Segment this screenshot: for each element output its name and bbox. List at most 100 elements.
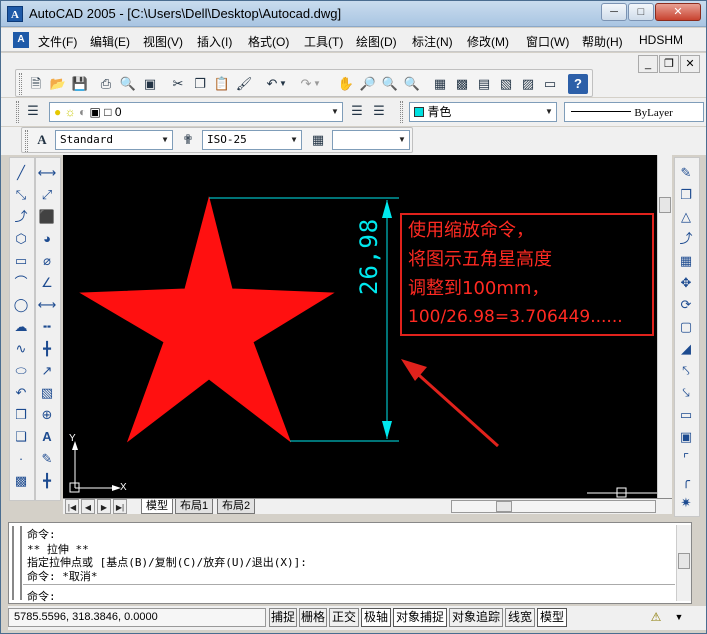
properties-toolbar-grip[interactable] [400,101,403,123]
stretch-icon[interactable]: ◢ [675,338,697,360]
extend-icon[interactable]: ⤥ [675,382,697,404]
layers-toolbar-grip[interactable] [16,101,19,123]
styles-toolbar-grip[interactable] [25,130,28,152]
properties-icon[interactable]: ▦ [430,74,450,94]
zoom-window-icon[interactable]: 🔍 [380,74,400,94]
publish-icon[interactable]: ▣ [140,74,160,94]
revision-cloud-icon[interactable]: ☁ [10,316,32,338]
dim-text-edit-icon[interactable]: ✎ [36,448,58,470]
line-icon[interactable]: ╱ [10,162,32,184]
fillet-icon[interactable]: ╭ [675,470,697,492]
horizontal-scrollbar[interactable] [451,500,656,513]
tool-palettes-icon[interactable]: ▤ [474,74,494,94]
table-style-dropdown[interactable]: ▼ [332,130,410,150]
tab-layout1[interactable]: 布局1 [175,499,214,514]
quick-leader-icon[interactable]: ↗ [36,360,58,382]
dim-edit-icon[interactable]: A [36,426,58,448]
status-menu-icon[interactable]: ▼ [672,609,686,625]
point-icon[interactable]: · [10,448,32,470]
menu-draw[interactable]: 绘图(D) [356,33,397,50]
construction-line-icon[interactable]: ⤡ [10,184,32,206]
break-icon[interactable]: ▣ [675,426,697,448]
redo-dropdown-icon[interactable]: ▼ [312,74,322,94]
aligned-dim-icon[interactable]: ⤢ [36,184,58,206]
ortho-toggle[interactable]: 正交 [329,608,359,627]
diameter-dim-icon[interactable]: ⌀ [36,250,58,272]
close-button[interactable]: ✕ [655,3,701,21]
chamfer-icon[interactable]: ⌜ [675,448,697,470]
copy-icon[interactable]: ❐ [190,74,210,94]
arc-icon[interactable]: ⌒ [10,272,32,294]
sheet-set-icon[interactable]: ▧ [496,74,516,94]
doc-minimize-button[interactable]: _ [638,55,658,73]
linetype-dropdown[interactable]: ByLayer [564,102,704,122]
previous-tab-icon[interactable]: ◀ [81,499,95,514]
design-center-icon[interactable]: ▩ [452,74,472,94]
help-icon[interactable]: ? [568,74,588,94]
menu-insert[interactable]: 插入(I) [197,33,232,50]
lineweight-toggle[interactable]: 线宽 [505,608,535,627]
quick-dim-icon[interactable]: ⟷ [36,294,58,316]
continue-dim-icon[interactable]: ╋ [36,338,58,360]
rectangle-icon[interactable]: ▭ [10,250,32,272]
move-icon[interactable]: ✥ [675,272,697,294]
spline-icon[interactable]: ∿ [10,338,32,360]
match-properties-icon[interactable]: 🖌 [234,74,254,94]
copy-object-icon[interactable]: ❐ [675,184,697,206]
menu-help[interactable]: 帮助(H) [582,33,623,50]
polygon-icon[interactable]: ⬡ [10,228,32,250]
command-prompt[interactable]: 命令: [27,588,56,604]
center-mark-icon[interactable]: ⊕ [36,404,58,426]
red-star[interactable] [79,196,335,443]
polyline-icon[interactable]: ⤴ [10,206,32,228]
break-at-point-icon[interactable]: ▭ [675,404,697,426]
make-object-layer-current-icon[interactable]: ☰ [347,101,367,121]
plot-preview-icon[interactable]: 🔍 [118,74,138,94]
rotate-icon[interactable]: ⟳ [675,294,697,316]
erase-icon[interactable]: ✎ [675,162,697,184]
tolerance-icon[interactable]: ▧ [36,382,58,404]
autocad-app-icon[interactable]: A [7,6,23,22]
baseline-dim-icon[interactable]: ╍ [36,316,58,338]
pan-icon[interactable]: ✋ [336,74,356,94]
zoom-realtime-icon[interactable]: 🔎 [358,74,378,94]
markup-icon[interactable]: ▨ [518,74,538,94]
new-icon[interactable]: 🗎 [26,74,46,94]
ellipse-arc-icon[interactable]: ↶ [10,382,32,404]
ordinate-dim-icon[interactable]: ⬛ [36,206,58,228]
layer-dropdown[interactable]: ● ☼ ◐ ▣ □ 0 ▼ [49,102,343,122]
undo-dropdown-icon[interactable]: ▼ [278,74,288,94]
vertical-scroll-thumb[interactable] [659,197,671,213]
menu-hdshm[interactable]: HDSHM [639,33,683,47]
text-style-icon[interactable]: A [32,130,52,150]
color-dropdown[interactable]: 青色 ▼ [409,102,557,122]
snap-toggle[interactable]: 捕捉 [269,608,297,627]
doc-close-button[interactable]: ✕ [680,55,700,73]
menu-edit[interactable]: 编辑(E) [90,33,130,50]
offset-icon[interactable]: ⤴ [675,228,697,250]
menu-tools[interactable]: 工具(T) [304,33,343,50]
dim-update-icon[interactable]: ╋ [36,470,58,492]
next-tab-icon[interactable]: ▶ [97,499,111,514]
first-tab-icon[interactable]: |◀ [65,499,79,514]
maximize-button[interactable]: □ [628,3,654,21]
hatch-icon[interactable]: ▩ [10,470,32,492]
vertical-scrollbar[interactable] [657,155,672,498]
menu-modify[interactable]: 修改(M) [467,33,509,50]
menu-view[interactable]: 视图(V) [143,33,183,50]
zoom-previous-icon[interactable]: 🔍 [402,74,422,94]
plot-icon[interactable]: ⎙ [96,74,116,94]
doc-restore-button[interactable]: ❐ [659,55,679,73]
drawing-canvas[interactable]: 26,98 Y X 使用缩放命令， 将图示五角星高度 调整到100mm， 100… [63,155,658,498]
minimize-button[interactable]: ─ [601,3,627,21]
dimension-text[interactable]: 26,98 [355,218,383,295]
tab-layout2[interactable]: 布局2 [217,499,256,514]
dim-style-icon[interactable]: ✟ [178,130,198,150]
trim-icon[interactable]: ⤣ [675,360,697,382]
object-tracking-toggle[interactable]: 对象追踪 [449,608,503,627]
menu-window[interactable]: 窗口(W) [526,33,569,50]
layer-manager-icon[interactable]: ☰ [23,101,43,121]
layer-previous-icon[interactable]: ☰ [369,101,389,121]
menu-format[interactable]: 格式(O) [248,33,289,50]
text-style-dropdown[interactable]: Standard ▼ [55,130,173,150]
